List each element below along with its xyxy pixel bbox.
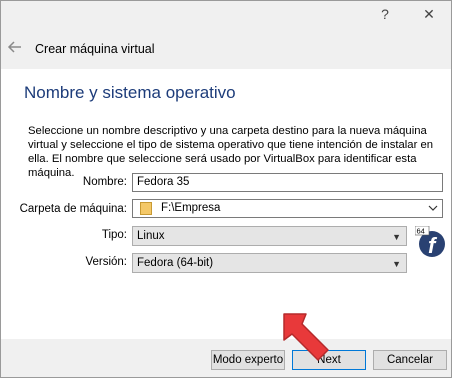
fedora-os-icon: f 64 [415, 226, 447, 258]
wizard-footer: Modo experto Next Cancelar [1, 339, 451, 377]
close-icon: ✕ [423, 5, 435, 22]
red-arrow-pointer-icon [283, 313, 329, 361]
folder-icon [140, 202, 152, 215]
cancel-button[interactable]: Cancelar [373, 350, 447, 370]
page-description: Seleccione un nombre descriptivo y una c… [28, 125, 434, 179]
type-value: Linux [137, 230, 165, 242]
wizard-header: Crear máquina virtual [1, 31, 451, 69]
dropdown-arrow-icon: ▼ [392, 259, 401, 269]
back-button[interactable] [7, 39, 23, 55]
help-button[interactable]: ? [363, 1, 407, 27]
dropdown-arrow-icon: ▼ [392, 232, 401, 242]
folder-label: Carpeta de máquina: [19, 203, 127, 215]
wizard-page: Nombre y sistema operativo Seleccione un… [1, 69, 451, 339]
version-label: Versión: [85, 256, 127, 268]
type-label: Tipo: [101, 229, 127, 241]
name-field[interactable]: Fedora 35 [132, 173, 443, 192]
version-combo[interactable]: Fedora (64-bit) ▼ [132, 253, 407, 273]
help-icon: ? [381, 6, 389, 22]
window-title: Crear máquina virtual [35, 42, 155, 56]
version-value: Fedora (64-bit) [137, 257, 214, 269]
folder-select[interactable]: F:\Empresa [132, 199, 443, 218]
name-label: Nombre: [82, 176, 127, 188]
folder-value: F:\Empresa [161, 202, 221, 214]
close-button[interactable]: ✕ [407, 1, 451, 27]
title-bar: ? ✕ [1, 1, 451, 31]
page-heading: Nombre y sistema operativo [24, 83, 236, 102]
type-combo[interactable]: Linux ▼ [132, 226, 407, 246]
back-arrow-icon [7, 41, 21, 53]
create-vm-dialog: ? ✕ Crear máquina virtual Nombre y siste… [0, 0, 452, 378]
chevron-down-icon [428, 205, 438, 211]
bitness-badge: 64 [417, 227, 425, 236]
